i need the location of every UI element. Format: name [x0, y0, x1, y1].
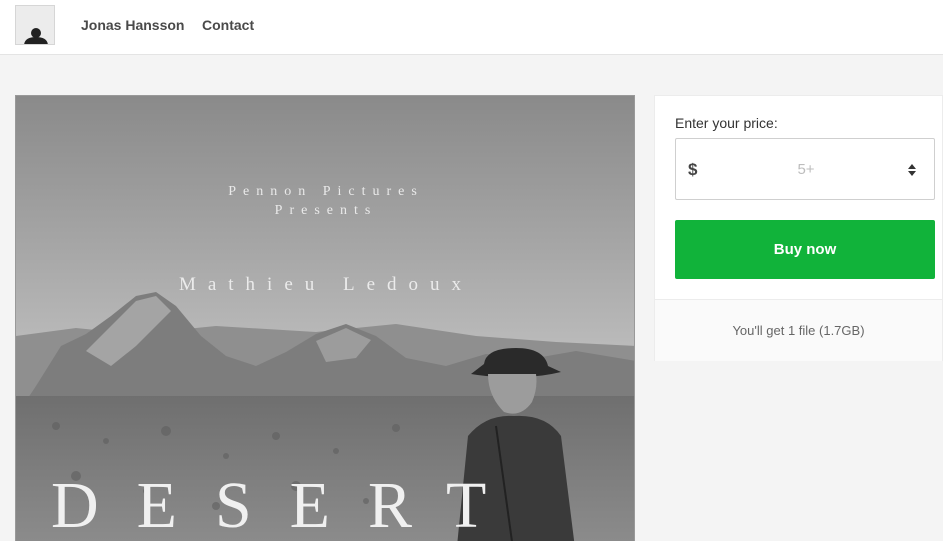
top-header: Jonas Hansson Contact	[0, 0, 943, 55]
file-info-text: You'll get 1 file (1.7GB)	[732, 323, 865, 338]
user-silhouette-icon	[16, 6, 54, 44]
price-input[interactable]	[776, 157, 836, 181]
studio-name: Pennon Pictures	[228, 184, 424, 199]
purchase-panel: Enter your price: $ Buy now You'll get 1…	[654, 95, 943, 361]
director-credit: Mathieu Ledoux	[178, 274, 474, 295]
creator-avatar[interactable]	[15, 5, 55, 45]
creator-name-link[interactable]: Jonas Hansson	[81, 17, 184, 33]
film-title: DESERT	[51, 469, 525, 541]
price-field[interactable]: $	[675, 138, 935, 200]
buy-now-button[interactable]: Buy now	[675, 220, 935, 279]
film-cover-image: Pennon Pictures Presents Mathieu Ledoux …	[15, 95, 635, 541]
currency-symbol: $	[688, 160, 698, 179]
file-info-footer: You'll get 1 file (1.7GB)	[655, 299, 942, 361]
stepper-up-icon[interactable]	[908, 164, 916, 169]
price-label: Enter your price:	[675, 115, 778, 131]
price-stepper[interactable]	[904, 158, 920, 182]
stepper-down-icon[interactable]	[908, 171, 916, 176]
studio-credit: Pennon Pictures Presents	[16, 182, 634, 220]
contact-link[interactable]: Contact	[202, 17, 254, 33]
studio-presents: Presents	[274, 203, 378, 218]
